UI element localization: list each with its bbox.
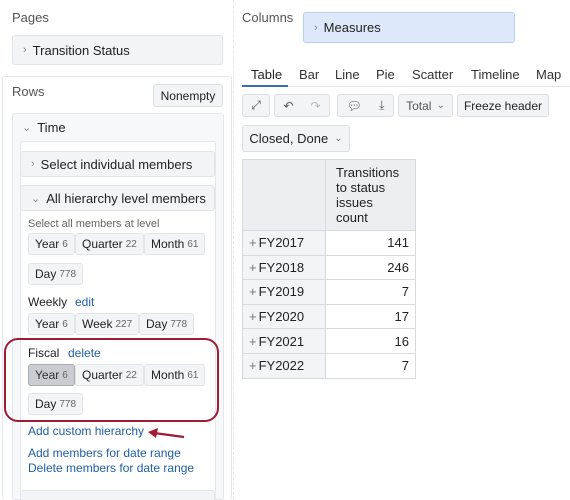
weekly-edit-link[interactable]: edit — [75, 295, 94, 309]
all-hierarchy-label: All hierarchy level members — [46, 190, 206, 206]
delete-members-date-range-link[interactable]: Delete members for date range — [28, 461, 194, 475]
table-row: + FY2018 246 — [242, 254, 416, 281]
time-label: Time — [37, 119, 66, 135]
add-members-date-range-link[interactable]: Add members for date range — [28, 446, 181, 460]
comment-icon[interactable]: 💬︎ — [347, 99, 362, 113]
undo-redo-group: ↶ ↷ — [274, 94, 330, 117]
select-individual-members[interactable]: › Select individual members — [20, 151, 215, 177]
expand-icon[interactable]: ⤢ — [242, 94, 270, 117]
pages-title: Pages — [12, 10, 49, 25]
total-label: Total — [406, 98, 432, 113]
select-individual-label: Select individual members — [40, 156, 193, 172]
expand-plus-icon[interactable]: + — [249, 284, 257, 299]
expand-plus-icon[interactable]: + — [249, 334, 257, 349]
pages-item-transition-status[interactable]: › Transition Status — [12, 35, 223, 65]
columns-item-measures[interactable]: › Measures — [303, 12, 515, 43]
row-header[interactable]: + FY2020 — [242, 303, 326, 330]
row-header[interactable]: + FY2022 — [242, 352, 326, 379]
header-line: count — [336, 210, 368, 225]
chevron-down-icon: ⌄ — [22, 121, 32, 134]
table-cell: 7 — [325, 279, 416, 305]
freeze-header-button[interactable]: Freeze header — [457, 94, 549, 117]
next-option-partial — [20, 490, 215, 500]
row-header[interactable]: + FY2021 — [242, 328, 326, 354]
row-header[interactable]: + FY2017 — [242, 230, 326, 256]
header-line: Transitions — [336, 165, 400, 180]
table-row: + FY2017 141 — [242, 230, 416, 256]
tab-table[interactable]: Table — [251, 67, 282, 82]
table-corner — [242, 159, 326, 231]
tab-map[interactable]: Map — [536, 67, 561, 82]
chevron-right-icon: › — [314, 21, 318, 34]
chevron-down-icon: ⌄ — [436, 100, 445, 111]
fiscal-highlight-outline — [4, 338, 219, 422]
undo-icon[interactable]: ↶ — [283, 99, 293, 113]
header-line: issues — [336, 195, 373, 210]
time-dimension-header[interactable]: ⌄ Time — [12, 113, 224, 141]
all-hierarchy-level-members[interactable]: ⌄ All hierarchy level members — [20, 185, 215, 211]
tab-bar-underline — [242, 86, 570, 87]
tab-bar[interactable]: Bar — [299, 67, 319, 82]
table-row: + FY2022 7 — [242, 352, 416, 379]
table-cell: 17 — [325, 303, 416, 330]
weekly-chip-year[interactable]: Year 6 — [28, 313, 75, 335]
add-custom-hierarchy-link[interactable]: Add custom hierarchy — [28, 424, 144, 438]
row-header[interactable]: + FY2019 — [242, 279, 326, 305]
table-row: + FY2021 16 — [242, 328, 416, 354]
comment-export-group: 💬︎ ⤓ — [337, 94, 394, 117]
expand-plus-icon[interactable]: + — [249, 235, 257, 250]
results-table: Transitions to status issues count + FY20… — [242, 159, 416, 379]
row-header[interactable]: + FY2018 — [242, 254, 326, 281]
columns-title: Columns — [242, 10, 294, 25]
filter-label: Closed, Done — [249, 131, 329, 146]
left-panel: Pages › Transition Status Rows Nonempty … — [0, 0, 232, 500]
filter-dropdown[interactable]: Closed, Done ⌄ — [242, 125, 350, 152]
measures-label: Measures — [323, 20, 381, 35]
chevron-down-icon: ⌄ — [31, 192, 41, 205]
table-cell: 16 — [325, 328, 416, 354]
chevron-down-icon: ⌄ — [334, 133, 343, 144]
arrow-pointer-icon — [148, 428, 185, 439]
expand-plus-icon[interactable]: + — [249, 358, 257, 373]
column-header-measure[interactable]: Transitions to status issues count — [325, 159, 416, 231]
rows-title: Rows — [12, 84, 45, 99]
expand-plus-icon[interactable]: + — [249, 260, 257, 275]
level-chip-year[interactable]: Year 6 — [28, 233, 75, 255]
export-icon[interactable]: ⤓ — [379, 98, 384, 113]
table-cell: 7 — [325, 352, 416, 379]
level-chip-quarter[interactable]: Quarter 22 — [75, 233, 144, 255]
table-cell: 246 — [325, 254, 416, 281]
weekly-hierarchy-label: Weekly — [28, 295, 68, 309]
level-chip-month[interactable]: Month 61 — [144, 233, 206, 255]
tab-scatter[interactable]: Scatter — [412, 67, 453, 82]
expand-plus-icon[interactable]: + — [249, 309, 257, 324]
chevron-right-icon: › — [31, 158, 35, 170]
nonempty-button[interactable]: Nonempty — [153, 84, 223, 107]
tab-timeline[interactable]: Timeline — [471, 67, 520, 82]
tab-pie[interactable]: Pie — [376, 67, 395, 82]
table-row: + FY2019 7 — [242, 279, 416, 305]
header-line: to status — [336, 180, 386, 195]
panel-divider — [233, 0, 234, 500]
select-all-at-level-label: Select all members at level — [28, 218, 160, 230]
level-chip-day[interactable]: Day 778 — [28, 263, 84, 285]
table-row: + FY2020 17 — [242, 303, 416, 330]
pages-item-label: Transition Status — [32, 42, 130, 58]
weekly-chip-day[interactable]: Day 778 — [139, 313, 195, 335]
weekly-chip-week[interactable]: Week 227 — [75, 313, 140, 335]
chevron-right-icon: › — [23, 44, 27, 56]
total-dropdown[interactable]: Total ⌄ — [398, 94, 453, 117]
tab-line[interactable]: Line — [335, 67, 360, 82]
redo-icon[interactable]: ↷ — [310, 99, 320, 113]
active-tab-indicator — [242, 85, 288, 87]
table-cell: 141 — [325, 230, 416, 256]
